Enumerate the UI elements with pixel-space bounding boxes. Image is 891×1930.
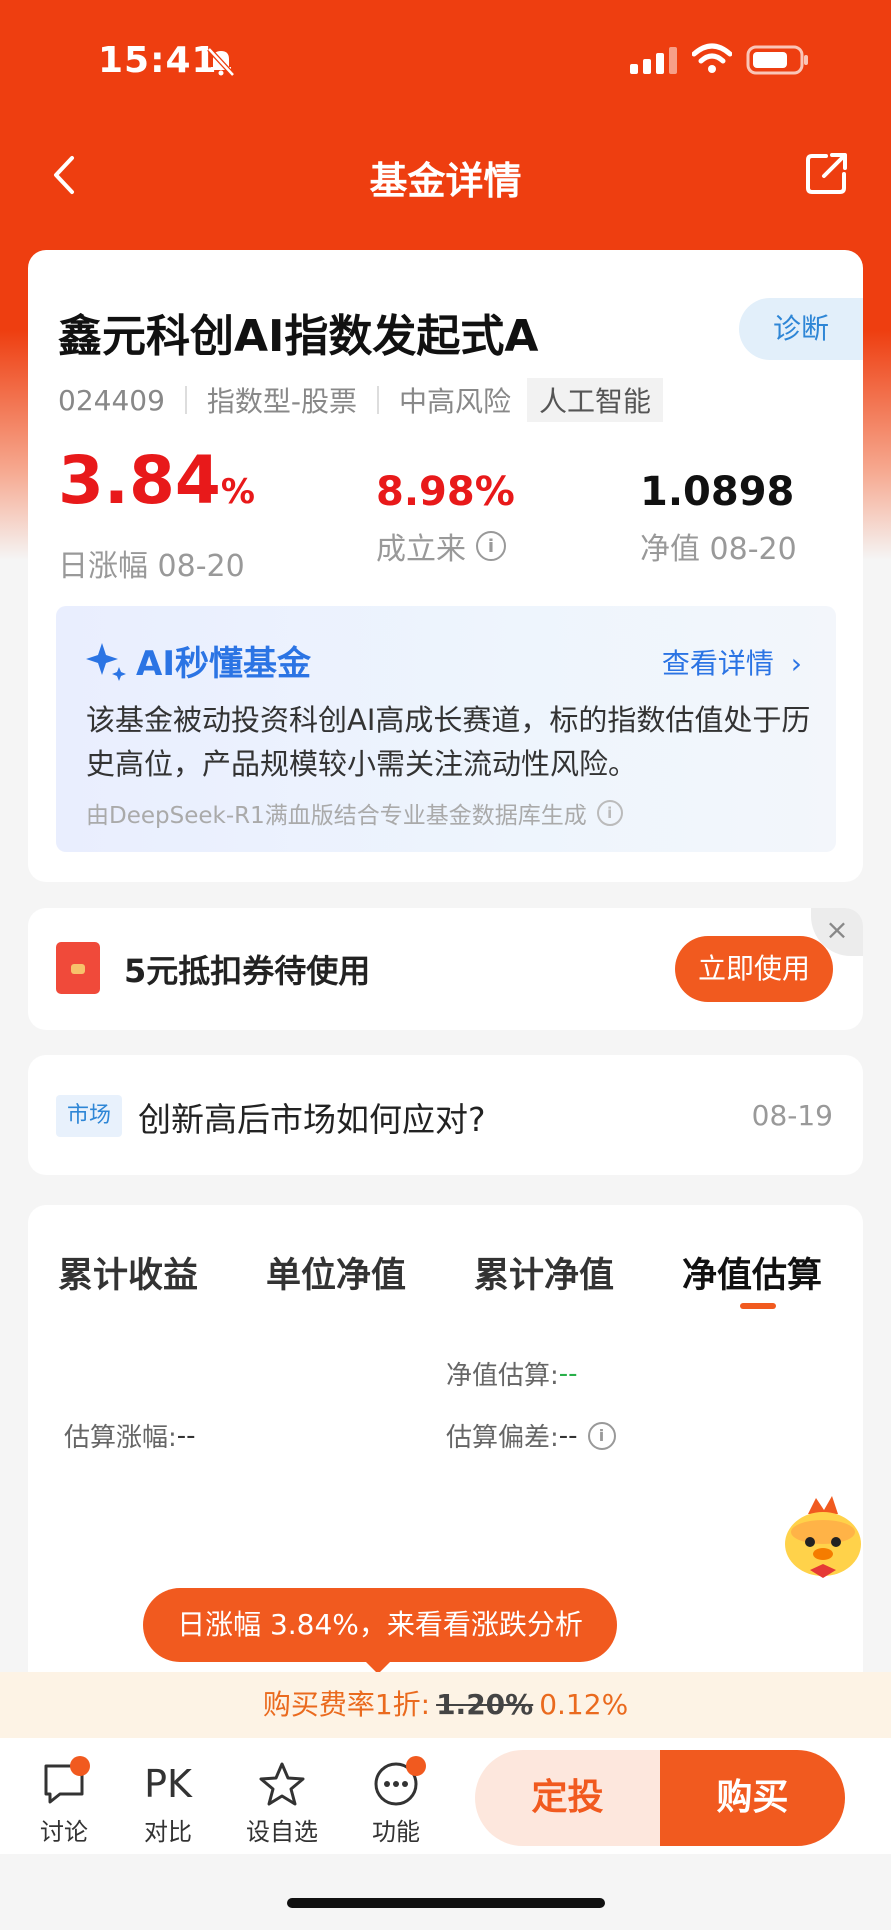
- fee-banner: 购买费率1折: 1.20% 0.12%: [0, 1672, 891, 1738]
- use-coupon-button[interactable]: 立即使用: [675, 936, 833, 1002]
- compare-button[interactable]: PK 对比: [128, 1756, 208, 1847]
- fee-label: 购买费率1折:: [262, 1688, 431, 1721]
- theme-tag[interactable]: 人工智能: [527, 378, 664, 422]
- pk-icon: PK: [144, 1762, 192, 1806]
- add-watchlist-button[interactable]: 设自选: [242, 1756, 322, 1847]
- ai-summary-footer: 由DeepSeek-R1满血版结合专业基金数据库生成 i: [86, 796, 623, 830]
- coupon-card: 5元抵扣券待使用 立即使用 ×: [28, 908, 863, 1030]
- discussion-label: 讨论: [40, 1818, 88, 1846]
- active-tab-indicator: [740, 1303, 776, 1309]
- nav-value: 1.0898: [640, 469, 795, 515]
- star-icon: [259, 1762, 305, 1806]
- ai-summary-text: 该基金被动投资科创AI高成长赛道，标的指数估值处于历史高位，产品规模较小需关注流…: [86, 703, 811, 781]
- info-icon[interactable]: i: [596, 800, 623, 826]
- status-time: 15:41: [98, 40, 218, 81]
- fund-meta: 024409 指数型-股票 中高风险 人工智能: [58, 378, 664, 422]
- tab-nav-estimate[interactable]: 净值估算: [682, 1247, 822, 1298]
- page-title: 基金详情: [369, 159, 522, 203]
- since-inception-value: 8.98%: [376, 469, 515, 515]
- cellular-signal-icon: [630, 46, 677, 74]
- nav-bar: 基金详情: [0, 140, 891, 210]
- news-date: 08-19: [751, 1099, 833, 1132]
- notification-dot: [70, 1756, 90, 1776]
- ai-summary-title: AI秒懂基金: [136, 644, 311, 684]
- sparkle-icon: [86, 642, 126, 681]
- wifi-icon: [692, 43, 732, 73]
- diagnose-button[interactable]: 诊断: [739, 298, 863, 360]
- status-bar: 15:41: [0, 0, 891, 120]
- tab-cumulative-return[interactable]: 累计收益: [58, 1247, 198, 1298]
- change-estimate-value: --: [176, 1420, 196, 1451]
- fund-name: 鑫元科创AI指数发起式A: [58, 311, 539, 362]
- daily-change-analysis-bubble[interactable]: 日涨幅 3.84%，来看看涨跌分析: [143, 1588, 617, 1662]
- notification-dot: [406, 1756, 426, 1776]
- functions-label: 功能: [372, 1818, 420, 1846]
- daily-change-stat: 3.84% 日涨幅 08-20: [58, 446, 255, 585]
- news-tag: 市场: [56, 1095, 122, 1137]
- share-icon[interactable]: [804, 150, 850, 196]
- tab-accumulated-nav[interactable]: 累计净值: [474, 1247, 614, 1298]
- since-inception-label-row[interactable]: 成立来 i: [376, 524, 515, 568]
- nav-estimate-label: 净值估算:: [446, 1361, 559, 1391]
- since-inception-label: 成立来: [376, 532, 466, 567]
- buy-button[interactable]: 购买: [660, 1750, 845, 1846]
- fixed-investment-button[interactable]: 定投: [475, 1750, 660, 1846]
- nav-estimate-row: 净值估算: --: [446, 1355, 578, 1392]
- bottom-action-bar: 讨论 PK 对比 设自选 功能 定投 购买: [0, 1738, 891, 1854]
- mascot-assistant-icon[interactable]: [778, 1492, 868, 1582]
- silent-bell-icon: [207, 47, 235, 77]
- chevron-right-icon: ›: [790, 647, 802, 680]
- divider: [377, 386, 379, 414]
- fund-type: 指数型-股票: [206, 385, 357, 418]
- info-icon[interactable]: i: [476, 531, 506, 561]
- nav-label: 净值 08-20: [640, 532, 797, 567]
- deviation-label: 估算偏差:: [446, 1423, 559, 1453]
- ai-summary-title-row: AI秒懂基金: [86, 636, 311, 685]
- change-estimate-label: 估算涨幅:: [64, 1423, 177, 1453]
- deviation-row: 估算偏差: -- i: [446, 1417, 616, 1454]
- add-watchlist-label: 设自选: [246, 1818, 318, 1846]
- fund-summary-card: 鑫元科创AI指数发起式A 诊断 024409 指数型-股票 中高风险 人工智能 …: [28, 250, 863, 882]
- fee-original: 1.20%: [436, 1688, 534, 1721]
- daily-change-value: 3.84: [58, 442, 221, 519]
- info-icon[interactable]: i: [587, 1421, 616, 1450]
- nav-estimate-value: --: [558, 1358, 578, 1389]
- fee-discounted: 0.12%: [539, 1688, 629, 1721]
- ai-summary-panel[interactable]: AI秒懂基金 查看详情 › 该基金被动投资科创AI高成长赛道，标的指数估值处于历…: [56, 606, 836, 852]
- change-estimate-row: 估算涨幅: --: [64, 1417, 196, 1454]
- daily-change-label: 日涨幅 08-20: [58, 549, 245, 584]
- nav-stat: 1.0898 净值 08-20: [640, 468, 797, 568]
- divider: [184, 386, 187, 414]
- since-inception-stat: 8.98% 成立来 i: [376, 468, 515, 568]
- deviation-value: --: [558, 1420, 578, 1451]
- fund-code: 024409: [58, 383, 165, 417]
- ai-footer-text: 由DeepSeek-R1满血版结合专业基金数据库生成: [86, 803, 587, 829]
- chart-tabs: 累计收益 单位净值 累计净值 净值估算: [28, 1247, 863, 1317]
- discussion-button[interactable]: 讨论: [24, 1756, 104, 1847]
- functions-button[interactable]: 功能: [356, 1756, 436, 1847]
- ai-view-details-label: 查看详情: [661, 647, 774, 680]
- coupon-text: 5元抵扣券待使用: [124, 952, 371, 990]
- news-card[interactable]: 市场 创新高后市场如何应对? 08-19: [28, 1055, 863, 1175]
- trade-buttons: 定投 购买: [475, 1750, 845, 1846]
- battery-icon: [746, 45, 808, 75]
- news-title: 创新高后市场如何应对?: [138, 1100, 486, 1139]
- compare-label: 对比: [144, 1818, 192, 1846]
- daily-change-unit: %: [220, 472, 255, 512]
- home-indicator[interactable]: [287, 1898, 605, 1908]
- red-envelope-icon: [56, 942, 100, 994]
- fund-risk: 中高风险: [399, 385, 512, 418]
- tab-unit-nav[interactable]: 单位净值: [266, 1247, 406, 1298]
- ai-view-details-link[interactable]: 查看详情 ›: [662, 642, 802, 682]
